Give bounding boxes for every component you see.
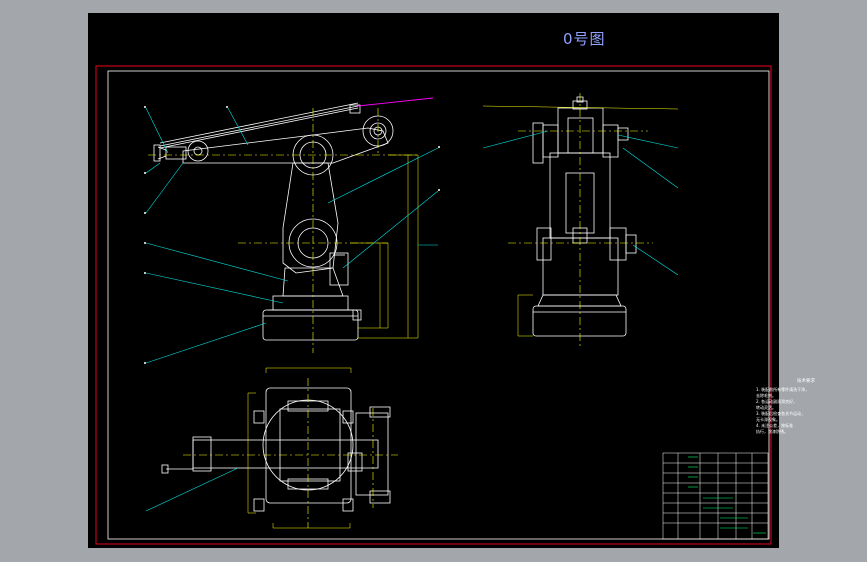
cad-viewport[interactable]: 0号图 技术要求 1. 装配前所有零件清洗干净， 去除毛刺。 2. 各运动副润滑… — [88, 13, 815, 548]
base-flange — [272, 295, 349, 311]
top-centerlines — [183, 378, 398, 528]
title-block — [662, 452, 769, 540]
waist-motor — [329, 252, 349, 286]
inner-border — [107, 70, 770, 540]
highlight-line — [357, 97, 434, 107]
side-centerlines — [508, 93, 653, 348]
side-view — [532, 96, 637, 337]
drawing-canvas — [95, 65, 772, 545]
side-column — [542, 237, 619, 296]
front-leader-labels — [144, 106, 440, 364]
gripper-joint — [187, 140, 209, 162]
top-arm — [192, 439, 379, 469]
top-base — [265, 387, 352, 504]
top-view — [161, 387, 391, 512]
title-block-fill — [688, 456, 766, 534]
base-plate — [262, 309, 359, 341]
front-dimensions — [350, 154, 419, 339]
outer-border — [95, 65, 772, 545]
side-base — [532, 305, 627, 337]
front-leaders — [145, 107, 439, 364]
top-leaders — [145, 467, 239, 512]
notes-title: 技术要求 — [797, 379, 815, 384]
side-head — [557, 107, 604, 154]
technical-notes: 技术要求 1. 装配前所有零件清洗干净， 去除毛刺。 2. 各运动副润滑良好， … — [756, 379, 856, 435]
front-view — [153, 102, 394, 341]
notes-item: 执行，涂漆防锈。 — [756, 429, 788, 434]
forearm — [182, 127, 389, 164]
